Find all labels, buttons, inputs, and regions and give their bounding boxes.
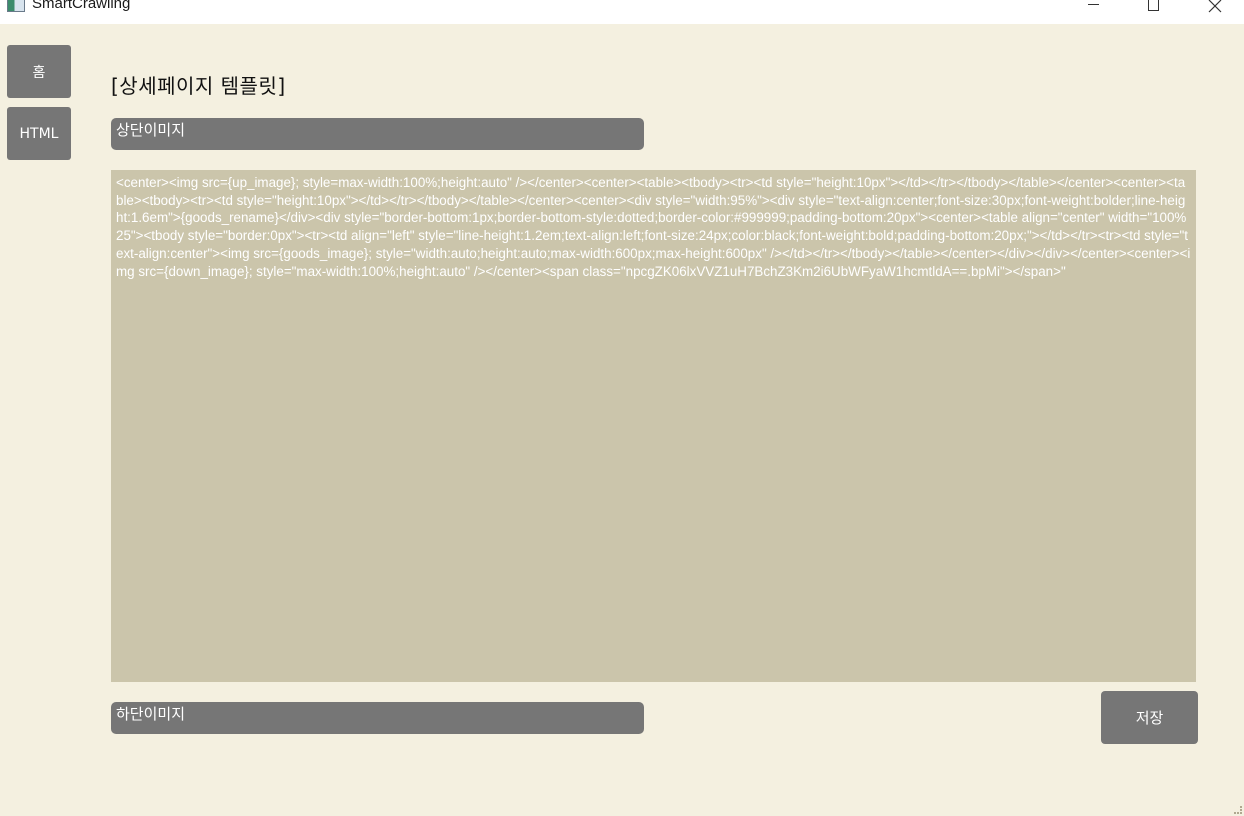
bottom-image-field[interactable]: 하단이미지: [111, 702, 644, 734]
template-html-editor[interactable]: <center><img src={up_image}; style=max-w…: [111, 170, 1196, 682]
close-icon: [1208, 0, 1222, 13]
window-title: SmartCrawling: [32, 0, 131, 12]
minimize-icon: [1087, 4, 1099, 5]
sidebar-item-html[interactable]: HTML: [7, 107, 71, 160]
sidebar-item-home[interactable]: 홈: [7, 45, 71, 98]
save-button[interactable]: 저장: [1101, 691, 1198, 744]
bottom-image-field-value: 하단이미지: [116, 705, 186, 723]
minimize-button[interactable]: [1070, 0, 1116, 24]
app-window-icon: [7, 0, 25, 12]
title-bar: SmartCrawling: [0, 0, 1244, 24]
maximize-button[interactable]: [1130, 0, 1176, 24]
top-image-field-value: 상단이미지: [116, 121, 186, 139]
page-title: [상세페이지 템플릿]: [111, 74, 286, 98]
maximize-icon: [1147, 0, 1159, 11]
top-image-field[interactable]: 상단이미지: [111, 118, 644, 150]
resize-grip-icon[interactable]: [1234, 806, 1242, 814]
close-button[interactable]: [1192, 0, 1238, 24]
